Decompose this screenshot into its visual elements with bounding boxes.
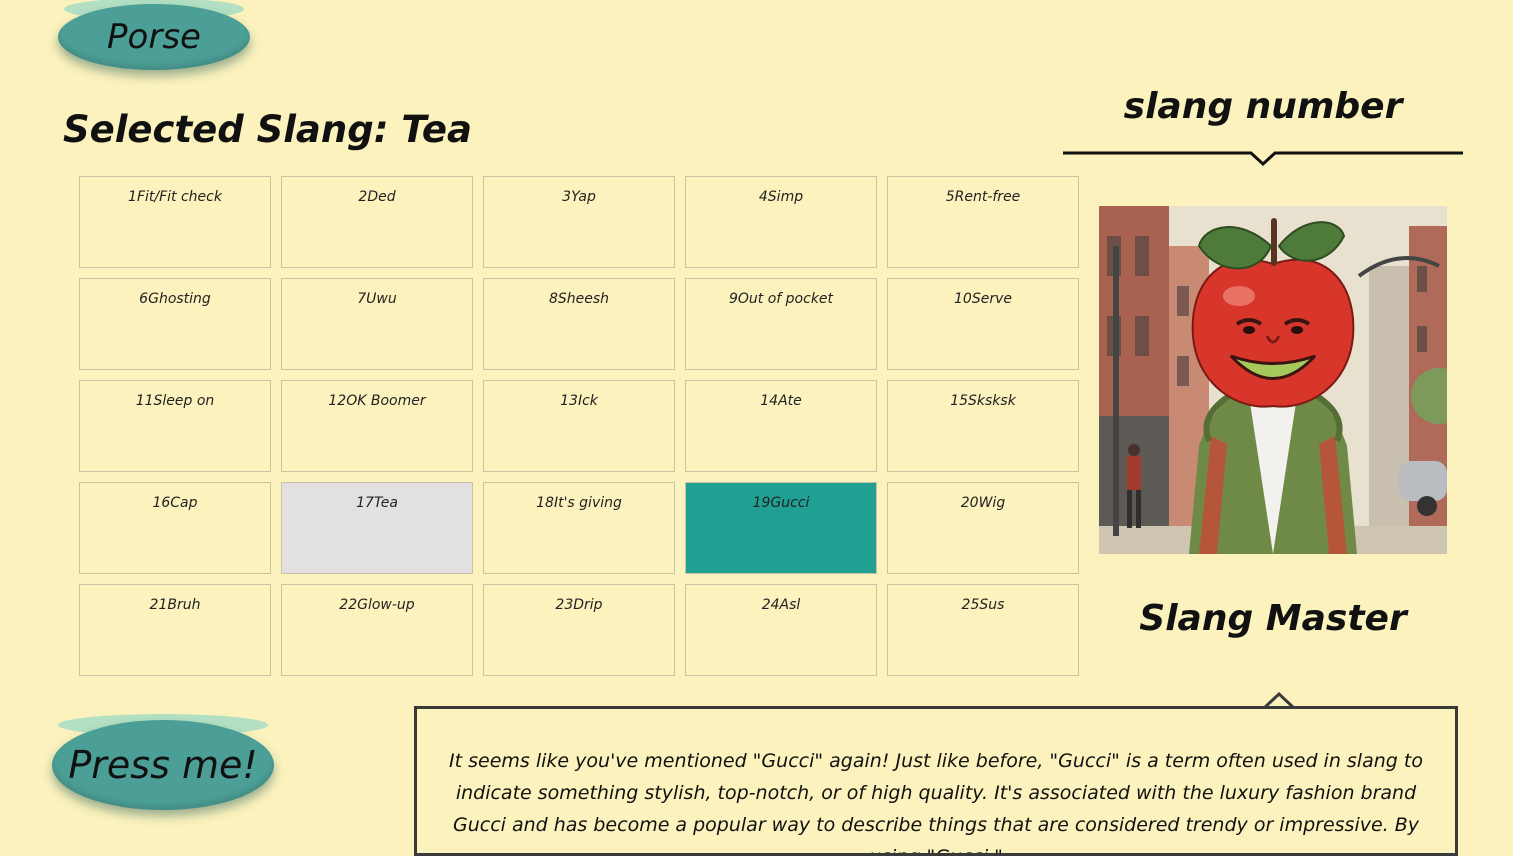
slang-cell-term: Glow-up <box>357 597 415 613</box>
slang-master-avatar <box>1099 206 1447 554</box>
parse-button[interactable]: Porse <box>58 0 250 70</box>
slang-cell-number: 21 <box>149 597 168 613</box>
slang-cell-number: 23 <box>555 597 574 613</box>
slang-cell-25[interactable]: 25Sus <box>887 584 1079 676</box>
slang-cell-number: 20 <box>960 495 979 511</box>
slang-cell-term: Serve <box>971 291 1012 307</box>
slang-cell-12[interactable]: 12OK Boomer <box>281 380 473 472</box>
selected-slang-title: Selected Slang: Tea <box>63 108 472 151</box>
reply-box: It seems like you've mentioned "Gucci" a… <box>414 706 1458 856</box>
slang-cell-term: Asl <box>779 597 801 613</box>
slang-cell-number: 8 <box>548 291 558 307</box>
slang-cell-6[interactable]: 6Ghosting <box>79 278 271 370</box>
slang-cell-23[interactable]: 23Drip <box>483 584 675 676</box>
slang-cell-2[interactable]: 2Ded <box>281 176 473 268</box>
slang-cell-4[interactable]: 4Simp <box>685 176 877 268</box>
slang-cell-term: Ick <box>577 393 598 409</box>
selected-slang-prefix: Selected Slang: <box>63 108 402 151</box>
slang-cell-19[interactable]: 19Gucci <box>685 482 877 574</box>
slang-cell-term: Cap <box>170 495 198 511</box>
slang-cell-21[interactable]: 21Bruh <box>79 584 271 676</box>
slang-cell-term: Sheesh <box>557 291 610 307</box>
slang-cell-number: 18 <box>536 495 554 511</box>
slang-cell-number: 24 <box>761 597 780 613</box>
slang-cell-number: 16 <box>152 495 171 511</box>
slang-cell-17[interactable]: 17Tea <box>281 482 473 574</box>
slang-cell-8[interactable]: 8Sheesh <box>483 278 675 370</box>
slang-cell-term: Sus <box>979 597 1005 613</box>
press-me-button[interactable]: Press me! <box>52 714 274 810</box>
slang-cell-number: 6 <box>139 291 149 307</box>
slang-cell-term: Fit/Fit check <box>136 189 222 205</box>
slang-cell-number: 4 <box>758 189 768 205</box>
slang-cell-9[interactable]: 9Out of pocket <box>685 278 877 370</box>
slang-cell-13[interactable]: 13Ick <box>483 380 675 472</box>
slang-cell-term: Sksksk <box>968 393 1016 409</box>
slang-cell-number: 25 <box>961 597 980 613</box>
slang-cell-16[interactable]: 16Cap <box>79 482 271 574</box>
slang-cell-number: 10 <box>954 291 972 307</box>
slang-cell-term: Ded <box>367 189 396 205</box>
slang-cell-3[interactable]: 3Yap <box>483 176 675 268</box>
slang-cell-term: Simp <box>767 189 804 205</box>
slang-cell-number: 7 <box>357 291 367 307</box>
slang-cell-10[interactable]: 10Serve <box>887 278 1079 370</box>
slang-grid: 1Fit/Fit check 2Ded 3Yap 4Simp 5Rent-free 6Gh… <box>79 176 1079 676</box>
slang-cell-20[interactable]: 20Wig <box>887 482 1079 574</box>
slang-cell-number: 5 <box>945 189 955 205</box>
slang-cell-term: Out of pocket <box>737 291 834 307</box>
slang-cell-22[interactable]: 22Glow-up <box>281 584 473 676</box>
slang-cell-term: Rent-free <box>954 189 1021 205</box>
slang-master-label: Slang Master <box>1139 598 1407 639</box>
slang-cell-number: 12 <box>328 393 347 409</box>
slang-cell-term: Wig <box>978 495 1006 511</box>
slang-cell-number: 11 <box>135 393 154 409</box>
slang-cell-number: 1 <box>128 189 137 205</box>
slang-cell-1[interactable]: 1Fit/Fit check <box>79 176 271 268</box>
slang-cell-term: Sleep on <box>153 393 215 409</box>
slang-cell-7[interactable]: 7Uwu <box>281 278 473 370</box>
selected-slang-value: Tea <box>401 108 472 151</box>
slang-cell-number: 14 <box>760 393 779 409</box>
slang-cell-number: 2 <box>358 189 368 205</box>
slang-cell-term: Ghosting <box>148 291 211 307</box>
slang-cell-number: 19 <box>752 495 771 511</box>
slang-cell-18[interactable]: 18It's giving <box>483 482 675 574</box>
reply-text: It seems like you've mentioned "Gucci" a… <box>449 750 1423 853</box>
slang-cell-number: 13 <box>560 393 578 409</box>
slang-cell-term: Uwu <box>366 291 397 307</box>
slang-cell-14[interactable]: 14Ate <box>685 380 877 472</box>
slang-cell-term: Tea <box>373 495 398 511</box>
slang-cell-number: 17 <box>356 495 374 511</box>
slang-cell-term: Drip <box>573 597 603 613</box>
slang-cell-term: Bruh <box>167 597 201 613</box>
slang-cell-term: Gucci <box>770 495 810 511</box>
slang-cell-term: Ate <box>778 393 802 409</box>
slang-cell-number: 15 <box>950 393 969 409</box>
slang-cell-number: 9 <box>728 291 738 307</box>
slang-cell-term: OK Boomer <box>346 393 426 409</box>
slang-cell-5[interactable]: 5Rent-free <box>887 176 1079 268</box>
slang-number-label: slang number <box>1123 86 1403 127</box>
slang-cell-number: 3 <box>562 189 572 205</box>
apple-character-icon <box>1099 206 1447 554</box>
slang-cell-11[interactable]: 11Sleep on <box>79 380 271 472</box>
slang-cell-term: Yap <box>571 189 596 205</box>
slang-cell-number: 22 <box>339 597 358 613</box>
slang-cell-term: It's giving <box>553 495 622 511</box>
slang-number-underline <box>1063 151 1463 167</box>
slang-cell-24[interactable]: 24Asl <box>685 584 877 676</box>
slang-cell-15[interactable]: 15Sksksk <box>887 380 1079 472</box>
